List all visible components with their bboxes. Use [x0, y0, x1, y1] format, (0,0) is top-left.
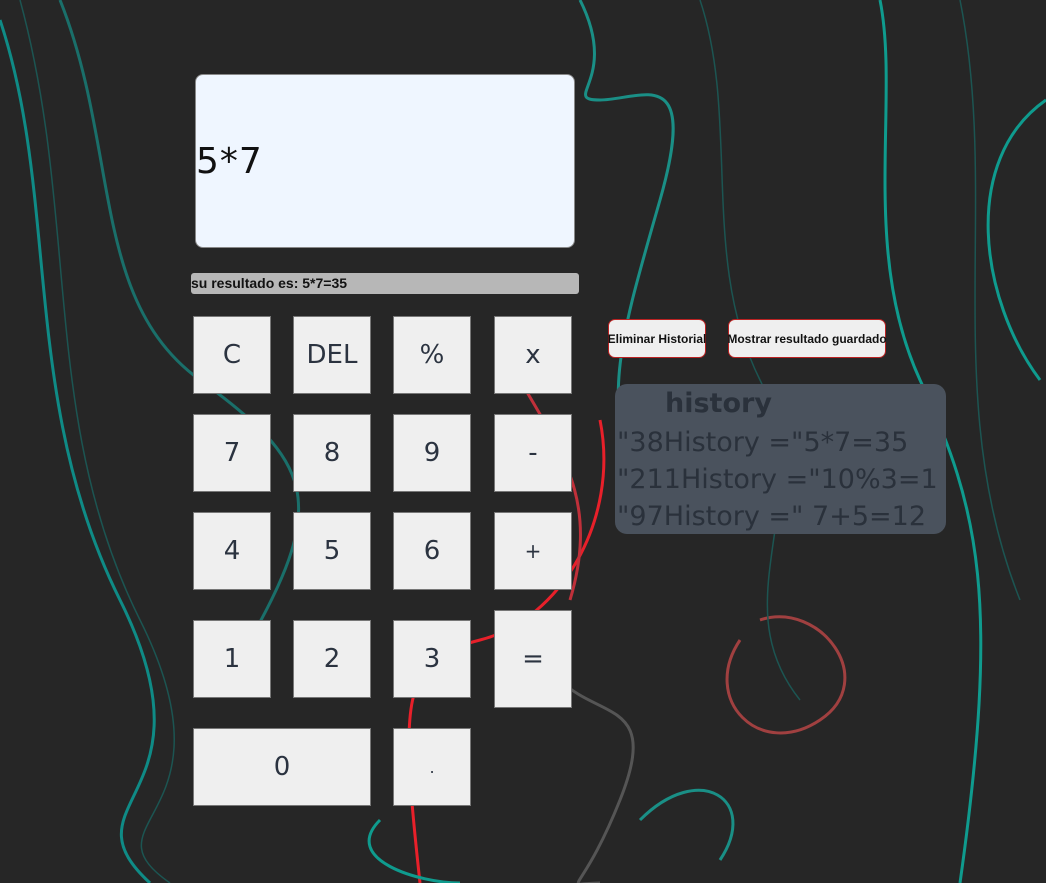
plus-button[interactable]: + — [494, 512, 572, 590]
digit-9-button[interactable]: 9 — [393, 414, 471, 492]
decimal-button[interactable]: . — [393, 728, 471, 806]
digit-4-button[interactable]: 4 — [193, 512, 271, 590]
clear-button[interactable]: C — [193, 316, 271, 394]
digit-6-button[interactable]: 6 — [393, 512, 471, 590]
history-title: history — [665, 388, 772, 419]
multiply-button[interactable]: x — [494, 316, 572, 394]
show-saved-result-button[interactable]: Mostrar resultado guardado — [727, 319, 887, 358]
history-item: "211History ="10%3=1 — [617, 464, 938, 495]
digit-5-button[interactable]: 5 — [293, 512, 371, 590]
digit-1-button[interactable]: 1 — [193, 620, 271, 698]
digit-2-button[interactable]: 2 — [293, 620, 371, 698]
history-item: "97History =" 7+5=12 — [617, 501, 926, 532]
digit-3-button[interactable]: 3 — [393, 620, 471, 698]
digit-7-button[interactable]: 7 — [193, 414, 271, 492]
equals-button[interactable]: = — [494, 610, 572, 708]
history-panel: history "38History ="5*7=35 "211History … — [615, 384, 946, 534]
digit-8-button[interactable]: 8 — [293, 414, 371, 492]
delete-button[interactable]: DEL — [293, 316, 371, 394]
history-item: "38History ="5*7=35 — [617, 427, 909, 458]
display-value: 5*7 — [196, 140, 263, 182]
minus-button[interactable]: - — [494, 414, 572, 492]
result-label: su resultado es: 5*7=35 — [191, 273, 579, 294]
percent-button[interactable]: % — [393, 316, 471, 394]
calculator-display: 5*7 — [195, 74, 575, 248]
digit-0-button[interactable]: 0 — [193, 728, 371, 806]
clear-history-button[interactable]: Eliminar Historial — [608, 319, 706, 358]
